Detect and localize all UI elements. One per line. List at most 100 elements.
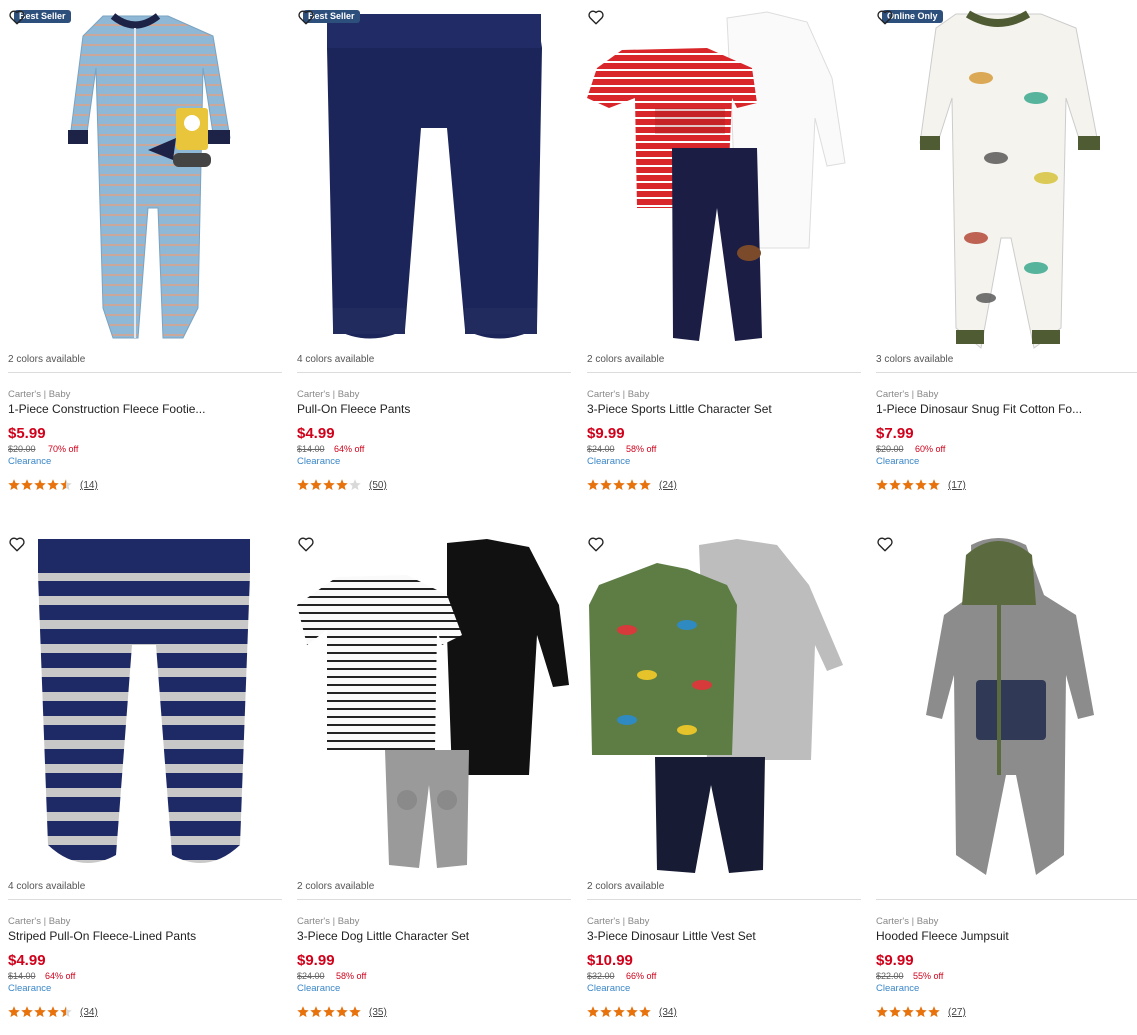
sale-price: $9.99: [876, 952, 914, 969]
heart-icon[interactable]: [297, 8, 315, 26]
discount-percent: 64% off: [334, 444, 365, 454]
product-title[interactable]: Pull-On Fleece Pants: [297, 402, 557, 416]
product-title[interactable]: 3-Piece Dinosaur Little Vest Set: [587, 929, 847, 943]
product-card[interactable]: Best Seller 2 colors available Carter's …: [8, 8, 282, 508]
sale-price: $5.99: [8, 425, 46, 442]
star-icon: [626, 479, 638, 491]
star-icon: [47, 479, 59, 491]
sale-price: $4.99: [297, 425, 335, 442]
review-count-link[interactable]: (50): [369, 480, 387, 491]
discount-percent: 58% off: [626, 444, 657, 454]
colors-available[interactable]: 2 colors available: [587, 354, 664, 365]
star-icon: [639, 1006, 651, 1018]
discount-percent: 60% off: [915, 444, 946, 454]
product-image[interactable]: Online Only: [876, 8, 1137, 353]
colors-available[interactable]: 4 colors available: [8, 881, 85, 892]
review-count-link[interactable]: (34): [80, 1007, 98, 1018]
product-image[interactable]: [587, 8, 861, 353]
review-count-link[interactable]: (17): [948, 480, 966, 491]
clearance-label: Clearance: [297, 456, 341, 467]
clearance-label: Clearance: [8, 456, 52, 467]
colors-available[interactable]: 2 colors available: [8, 354, 85, 365]
star-icon: [8, 479, 20, 491]
product-image[interactable]: [876, 535, 1137, 880]
product-card[interactable]: Best Seller 4 colors available Carter's …: [297, 8, 571, 508]
divider: [8, 899, 282, 900]
product-grid: Best Seller 2 colors available Carter's …: [0, 0, 1137, 1021]
divider: [587, 372, 861, 373]
product-brand: Carter's | Baby: [297, 916, 360, 927]
product-brand: Carter's | Baby: [876, 916, 939, 927]
original-price: $32.00: [587, 971, 615, 981]
star-icon: [297, 479, 309, 491]
heart-icon[interactable]: [587, 535, 605, 553]
heart-icon[interactable]: [8, 8, 26, 26]
product-title[interactable]: Striped Pull-On Fleece-Lined Pants: [8, 929, 268, 943]
product-card[interactable]: 2 colors available Carter's | Baby 3-Pie…: [297, 535, 571, 1035]
star-icon: [915, 1006, 927, 1018]
clearance-label: Clearance: [587, 983, 631, 994]
divider: [8, 372, 282, 373]
product-image[interactable]: Best Seller: [297, 8, 571, 353]
heart-icon[interactable]: [876, 535, 894, 553]
heart-icon[interactable]: [297, 535, 315, 553]
discount-percent: 70% off: [48, 444, 79, 454]
product-brand: Carter's | Baby: [8, 389, 71, 400]
star-icon: [928, 479, 940, 491]
product-image[interactable]: Best Seller: [8, 8, 282, 353]
product-card[interactable]: Online Only 3 colors available Carter's …: [876, 8, 1137, 508]
review-count-link[interactable]: (24): [659, 480, 677, 491]
star-icon: [876, 1006, 888, 1018]
heart-icon[interactable]: [587, 8, 605, 26]
star-icon: [902, 479, 914, 491]
heart-icon[interactable]: [8, 535, 26, 553]
review-count-link[interactable]: (27): [948, 1007, 966, 1018]
product-card[interactable]: 4 colors available Carter's | Baby Strip…: [8, 535, 282, 1035]
product-card[interactable]: Carter's | Baby Hooded Fleece Jumpsuit $…: [876, 535, 1137, 1035]
star-rating-icon: [8, 479, 72, 491]
star-icon: [8, 1006, 20, 1018]
star-icon: [600, 1006, 612, 1018]
star-icon: [639, 479, 651, 491]
product-card[interactable]: 2 colors available Carter's | Baby 3-Pie…: [587, 535, 861, 1035]
product-card[interactable]: 2 colors available Carter's | Baby 3-Pie…: [587, 8, 861, 508]
star-rating-icon: [587, 479, 651, 491]
star-icon: [902, 1006, 914, 1018]
divider: [876, 372, 1137, 373]
star-icon: [600, 479, 612, 491]
review-count-link[interactable]: (35): [369, 1007, 387, 1018]
product-brand: Carter's | Baby: [587, 389, 650, 400]
discount-percent: 66% off: [626, 971, 657, 981]
product-image[interactable]: [8, 535, 282, 880]
clearance-label: Clearance: [587, 456, 631, 467]
star-rating-icon: [8, 1006, 72, 1018]
discount-percent: 58% off: [336, 971, 367, 981]
colors-available[interactable]: 2 colors available: [587, 881, 664, 892]
review-count-link[interactable]: (14): [80, 480, 98, 491]
sale-price: $4.99: [8, 952, 46, 969]
review-count-link[interactable]: (34): [659, 1007, 677, 1018]
star-rating-icon: [297, 1006, 361, 1018]
heart-icon[interactable]: [876, 8, 894, 26]
discount-percent: 64% off: [45, 971, 76, 981]
star-icon: [928, 1006, 940, 1018]
product-image[interactable]: [587, 535, 861, 880]
colors-available[interactable]: 2 colors available: [297, 881, 374, 892]
star-icon: [336, 1006, 348, 1018]
star-icon: [21, 1006, 33, 1018]
product-title[interactable]: 3-Piece Dog Little Character Set: [297, 929, 557, 943]
product-brand: Carter's | Baby: [587, 916, 650, 927]
star-rating-icon: [297, 479, 361, 491]
product-image[interactable]: [297, 535, 571, 880]
product-title[interactable]: 1-Piece Construction Fleece Footie...: [8, 402, 268, 416]
star-icon: [889, 1006, 901, 1018]
star-icon: [47, 1006, 59, 1018]
product-title[interactable]: Hooded Fleece Jumpsuit: [876, 929, 1136, 943]
original-price: $24.00: [297, 971, 325, 981]
product-title[interactable]: 3-Piece Sports Little Character Set: [587, 402, 847, 416]
star-icon: [889, 479, 901, 491]
colors-available[interactable]: 3 colors available: [876, 354, 953, 365]
colors-available[interactable]: 4 colors available: [297, 354, 374, 365]
star-icon: [21, 479, 33, 491]
product-title[interactable]: 1-Piece Dinosaur Snug Fit Cotton Fo...: [876, 402, 1136, 416]
